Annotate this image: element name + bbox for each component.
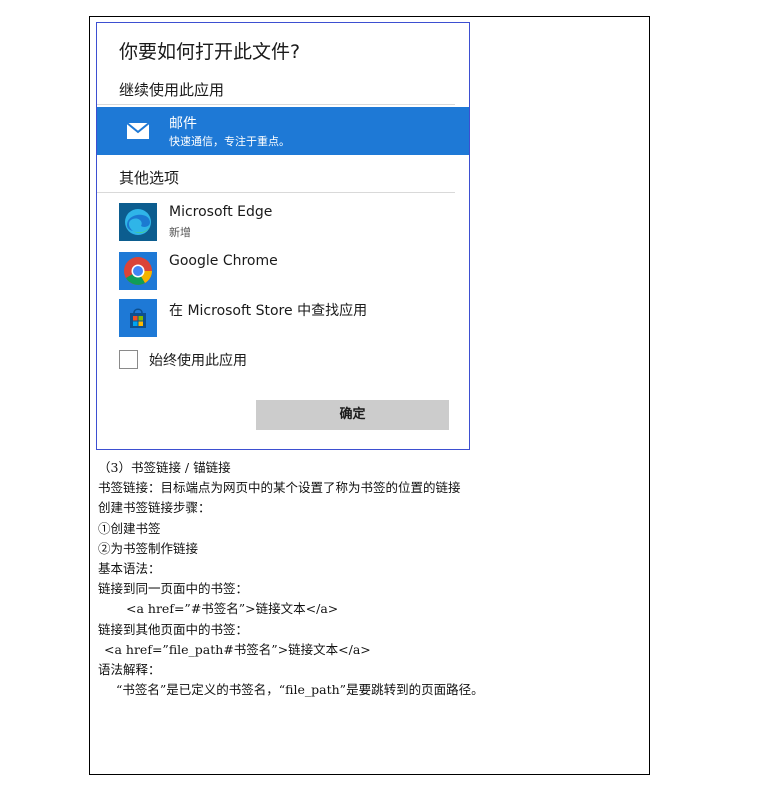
always-use-label: 始终使用此应用 xyxy=(149,353,247,369)
app-subtitle-mail: 快速通信，专注于重点。 xyxy=(169,135,290,148)
explanation-text: “书签名”是已定义的书签名，“file_path”是要跳转到的页面路径。 xyxy=(116,682,484,698)
app-name-store: 在 Microsoft Store 中查找应用 xyxy=(169,303,368,319)
divider xyxy=(97,104,455,105)
other-page-heading: 链接到其他页面中的书签： xyxy=(98,621,249,637)
step-item: ②为书签制作链接 xyxy=(98,540,199,556)
chrome-icon xyxy=(119,252,157,290)
store-icon xyxy=(119,299,157,337)
app-name-mail: 邮件 xyxy=(169,116,197,132)
same-page-heading: 链接到同一页面中的书签： xyxy=(98,581,249,597)
app-option-edge[interactable]: Microsoft Edge 新增 xyxy=(97,198,469,246)
divider xyxy=(97,192,455,193)
steps-heading: 创建书签链接步骤： xyxy=(98,500,211,516)
always-use-checkbox[interactable] xyxy=(119,350,138,369)
step-item: ①创建书签 xyxy=(98,520,161,536)
syntax-heading: 基本语法： xyxy=(98,560,161,576)
app-option-store[interactable]: 在 Microsoft Store 中查找应用 xyxy=(97,294,469,342)
ok-button[interactable]: 确定 xyxy=(256,400,449,430)
definition-text: 书签链接：目标端点为网页中的某个设置了称为书签的位置的链接 xyxy=(98,480,461,496)
code-sample: <a href=”file_path#书签名”>链接文本</a> xyxy=(104,641,371,657)
app-subtitle-edge: 新增 xyxy=(169,226,191,239)
mail-icon xyxy=(119,112,157,150)
app-option-chrome[interactable]: Google Chrome xyxy=(97,247,469,295)
section-other-label: 其他选项 xyxy=(119,169,180,187)
section-continue-label: 继续使用此应用 xyxy=(119,81,225,99)
app-option-mail[interactable]: 邮件 快速通信，专注于重点。 xyxy=(97,107,469,155)
explanation-heading: 语法解释： xyxy=(98,661,161,677)
edge-icon xyxy=(119,203,157,241)
open-with-dialog: 你要如何打开此文件? 继续使用此应用 邮件 快速通信，专注于重点。 其他选项 M… xyxy=(96,22,470,450)
app-name-chrome: Google Chrome xyxy=(169,253,278,269)
document-body: （3）书签链接 / 锚链接 书签链接：目标端点为网页中的某个设置了称为书签的位置… xyxy=(98,458,643,700)
code-sample: <a href=”#书签名”>链接文本</a> xyxy=(126,601,339,617)
dialog-title: 你要如何打开此文件? xyxy=(119,41,301,63)
section-heading: （3）书签链接 / 锚链接 xyxy=(98,460,231,475)
app-name-edge: Microsoft Edge xyxy=(169,204,273,220)
